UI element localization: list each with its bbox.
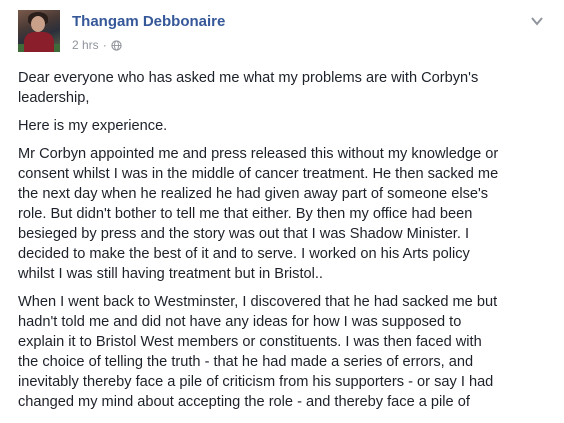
post-timestamp[interactable]: 2 hrs xyxy=(72,38,99,52)
avatar[interactable] xyxy=(18,10,60,52)
author-name-link[interactable]: Thangam Debbonaire xyxy=(72,13,225,30)
meta-separator: · xyxy=(102,38,107,52)
chevron-down-icon[interactable] xyxy=(530,14,544,28)
globe-icon[interactable] xyxy=(111,39,122,51)
post-paragraph: Here is my experience. xyxy=(18,118,168,134)
post-paragraph: Dear everyone who has asked me what my p… xyxy=(18,70,479,106)
post-paragraph: Mr Corbyn appointed me and press release… xyxy=(18,146,499,282)
post-meta: 2 hrs · xyxy=(72,38,122,52)
post-body: Dear everyone who has asked me what my p… xyxy=(18,68,548,420)
post-paragraph: When I went back to Westminster, I disco… xyxy=(18,294,498,410)
post-header: Thangam Debbonaire 2 hrs · xyxy=(18,10,548,60)
